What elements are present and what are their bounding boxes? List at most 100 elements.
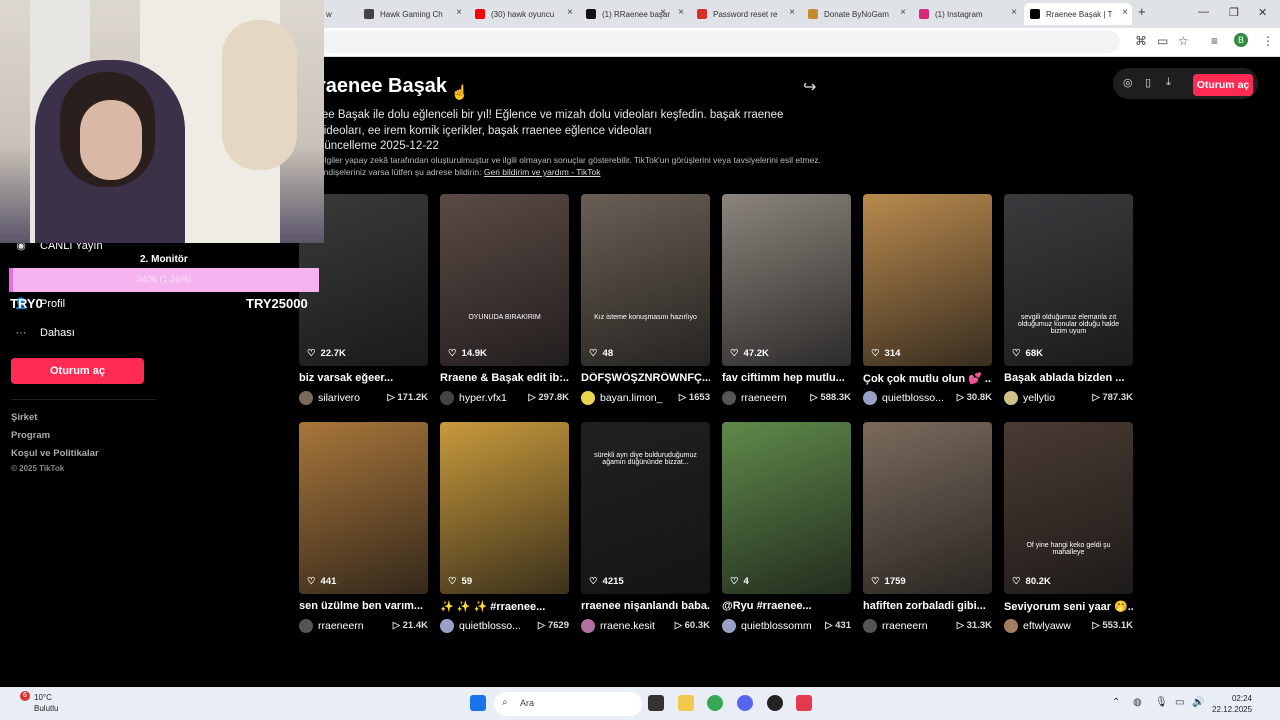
username[interactable]: quietblosso... [882,392,952,404]
video-thumbnail[interactable]: sürekli ayrı diye bulduruduğumuz ağamın … [581,422,710,594]
taskbar-search[interactable]: ⌕ Ara [494,692,642,716]
close-window-button[interactable]: ✕ [1258,6,1267,19]
footer-link-program[interactable]: Program [11,430,50,441]
login-button-top[interactable]: Oturum aç [1193,74,1253,96]
video-caption[interactable]: DÖFŞWÖŞZNRÖWNFÇ... [581,372,710,384]
app-icon[interactable] [796,695,812,711]
video-thumbnail[interactable]: sevgili olduğumuz elemanla zıt olduğumuz… [1004,194,1133,366]
bookmark-star-icon[interactable]: ☆ [1178,34,1189,48]
minimize-button[interactable]: — [1198,6,1209,18]
video-caption[interactable]: rraenee nişanlandı baba... [581,600,710,612]
avatar[interactable] [299,391,313,405]
new-tab-button[interactable]: + [1138,4,1146,19]
video-caption[interactable]: biz varsak eğeer... [299,372,428,384]
sidebar-item-more[interactable]: ··· Dahası [14,327,75,339]
coins-icon[interactable]: ◎ [1123,76,1133,89]
tab-close-icon[interactable]: × [1011,7,1017,18]
video-caption[interactable]: hafiften zorbaladi gibi... [863,600,992,612]
browser-tab[interactable]: Donate ByNoGam × [802,3,910,25]
tab-label: Password reset re [713,9,778,19]
avatar[interactable] [581,619,595,633]
video-caption[interactable]: Çok çok mutlu olun 💕 ... [863,372,992,385]
avatar[interactable] [1004,619,1018,633]
login-button-sidebar[interactable]: Oturum aç [11,358,144,384]
video-thumbnail[interactable]: ♡ 59 [440,422,569,594]
feedback-link[interactable]: Geri bildirim ve yardım - TikTok [484,167,601,177]
menu-kebab-icon[interactable]: ⋮ [1262,34,1274,48]
video-caption[interactable]: Seviyorum seni yaar 🤭... [1004,600,1133,613]
avatar[interactable] [722,619,736,633]
username[interactable]: bayan.limon_ [600,392,670,404]
translate-icon[interactable]: ⌘ [1135,34,1147,48]
browser-tab[interactable]: Password reset re × [691,3,799,25]
video-caption[interactable]: Rraene & Başak edit ib:... [440,372,569,384]
tab-close-icon[interactable]: × [789,7,795,18]
tab-favicon-icon [475,9,485,19]
install-icon[interactable]: ▭ [1157,34,1168,48]
windows-start-icon[interactable] [470,695,486,711]
video-caption[interactable]: fav ciftimm hep mutlu... [722,372,851,384]
task-view-icon[interactable] [648,695,664,711]
username[interactable]: quietblosso... [459,620,529,632]
tray-chevron-icon[interactable]: ⌃ [1112,697,1120,708]
avatar[interactable] [440,619,454,633]
phone-icon[interactable]: ▯ [1145,76,1151,89]
tray-app-icon[interactable]: ◍ [1133,697,1142,708]
video-thumbnail[interactable]: ♡ 1759 [863,422,992,594]
tab-label: Rraenee Başak | T [1046,9,1113,19]
maximize-button[interactable]: ❐ [1229,6,1239,19]
avatar[interactable] [440,391,454,405]
obs-icon[interactable] [767,695,783,711]
video-caption[interactable]: ✨ ✨ ✨ #rraenee... [440,600,569,613]
avatar[interactable] [1004,391,1018,405]
browser-tab[interactable]: (1) RRaenee başar × [580,3,688,25]
browser-tab[interactable]: (30) hawk oyuncu × [469,3,577,25]
username[interactable]: hyper.vfx1 [459,392,529,404]
tab-close-icon[interactable]: × [1122,7,1128,18]
share-icon[interactable]: ↪ [803,77,816,97]
video-thumbnail[interactable]: ♡ 441 [299,422,428,594]
tab-close-icon[interactable]: × [900,7,906,18]
video-thumbnail[interactable]: Of yine hangi keko geldi şu mahalleye ♡ 80… [1004,422,1133,594]
username[interactable]: silarivero [318,392,388,404]
tab-close-icon[interactable]: × [456,7,462,18]
video-thumbnail[interactable]: OYUNUDA BIRAKIRIM ♡ 14.9K [440,194,569,366]
avatar[interactable] [581,391,595,405]
username[interactable]: rraeneern [882,620,952,632]
video-thumbnail[interactable]: ♡ 47.2K [722,194,851,366]
username[interactable]: rraene.kesit [600,620,670,632]
username[interactable]: rraeneern [741,392,811,404]
footer-link-terms[interactable]: Koşul ve Politikalar [11,448,99,459]
avatar[interactable] [299,619,313,633]
browser-tab[interactable]: (1) Instagram × [913,3,1021,25]
omnibox[interactable] [320,31,1120,53]
avatar[interactable] [722,391,736,405]
network-icon[interactable]: ▭ [1175,697,1184,708]
video-caption[interactable]: Başak ablada bizden ... [1004,372,1133,384]
tab-close-icon[interactable]: × [567,7,573,18]
browser-tab[interactable]: Hawk Gaming Ch × [358,3,466,25]
video-thumbnail[interactable]: ♡ 314 [863,194,992,366]
username[interactable]: yellytio [1023,392,1093,404]
video-thumbnail[interactable]: ♡ 4 [722,422,851,594]
microphone-icon[interactable]: 🎙 [1155,697,1168,708]
discord-icon[interactable] [737,695,753,711]
profile-avatar[interactable]: B [1234,33,1248,47]
volume-icon[interactable]: 🔊 [1192,697,1204,708]
username[interactable]: rraeneern [318,620,388,632]
tab-search-icon[interactable]: ≡ [1211,34,1218,48]
taskbar-clock[interactable]: 02:24 22.12.2025 [1212,693,1252,715]
file-explorer-icon[interactable] [678,695,694,711]
avatar[interactable] [863,619,877,633]
chrome-icon[interactable] [707,695,723,711]
username[interactable]: eftwlyaww [1023,620,1093,632]
browser-tab[interactable]: Rraenee Başak | T × [1024,3,1132,25]
username[interactable]: quietblossomm [741,620,811,632]
video-caption[interactable]: @Ryu #rraenee... [722,600,851,612]
avatar[interactable] [863,391,877,405]
tab-close-icon[interactable]: × [678,7,684,18]
download-icon[interactable]: ⤓ [1166,76,1171,89]
video-thumbnail[interactable]: Kız isteme konuşmasını hazırlıyo ♡ 48 [581,194,710,366]
video-caption[interactable]: sen üzülme ben varım... [299,600,428,612]
footer-link-company[interactable]: Şirket [11,412,37,423]
